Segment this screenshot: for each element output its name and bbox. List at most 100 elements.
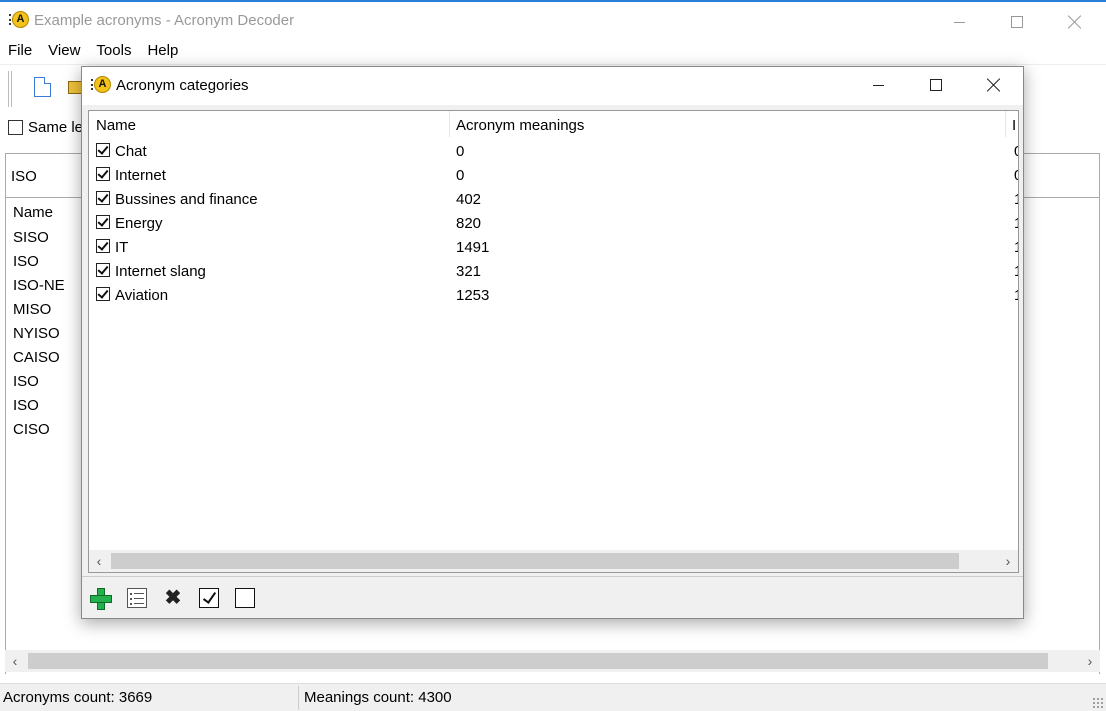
category-list[interactable]: Name Acronym meanings I Chat 0 0 Interne…: [88, 110, 1019, 573]
category-checkbox[interactable]: [96, 287, 110, 301]
minimize-icon: [953, 21, 965, 23]
maximize-icon: [930, 79, 942, 91]
category-name: Aviation: [115, 287, 169, 304]
category-meanings: 1491: [456, 239, 490, 256]
close-icon: [1068, 15, 1082, 29]
menu-view[interactable]: View: [40, 40, 88, 64]
menu-help[interactable]: Help: [139, 40, 186, 64]
category-name: Internet: [115, 167, 166, 184]
scroll-right-arrow-icon[interactable]: ›: [998, 550, 1018, 572]
minimize-button[interactable]: [930, 4, 988, 40]
category-row[interactable]: Bussines and finance 402 1: [89, 189, 1018, 213]
category-row[interactable]: Internet 0 0: [89, 165, 1018, 189]
resize-grip-icon[interactable]: [1092, 697, 1104, 709]
scroll-left-arrow-icon[interactable]: ‹: [89, 550, 109, 572]
column-header-extra[interactable]: I: [1012, 117, 1016, 134]
status-divider: [298, 686, 299, 710]
list-item[interactable]: ISO: [13, 373, 39, 390]
add-icon[interactable]: [90, 588, 112, 610]
menu-bar: File View Tools Help: [0, 40, 186, 64]
scroll-left-arrow-icon[interactable]: ‹: [5, 650, 25, 672]
same-length-label: Same le: [28, 119, 84, 136]
category-row[interactable]: Energy 820 1: [89, 213, 1018, 237]
category-checkbox[interactable]: [96, 239, 110, 253]
acronym-list-header[interactable]: Name: [13, 204, 53, 221]
close-icon: [987, 78, 1001, 92]
column-header-name[interactable]: Name: [96, 117, 136, 134]
category-extra: 1: [1014, 287, 1018, 304]
status-bar: Acronyms count: 3669 Meanings count: 430…: [0, 683, 1106, 711]
dialog-horizontal-scrollbar[interactable]: ‹ ›: [89, 550, 1018, 572]
category-extra: 0: [1014, 143, 1018, 160]
acronyms-count: Acronyms count: 3669: [3, 689, 153, 706]
search-value: ISO: [11, 168, 37, 185]
list-item[interactable]: CAISO: [13, 349, 60, 366]
category-row[interactable]: Internet slang 321 1: [89, 261, 1018, 285]
acronym-categories-dialog: A Acronym categories Name Acronym meanin…: [81, 66, 1024, 619]
list-item[interactable]: ISO: [13, 397, 39, 414]
scroll-right-arrow-icon[interactable]: ›: [1080, 650, 1100, 672]
check-all-icon[interactable]: [199, 588, 219, 608]
category-meanings: 1253: [456, 287, 490, 304]
dialog-close-button[interactable]: [965, 67, 1023, 103]
category-name: Chat: [115, 143, 147, 160]
category-name: Energy: [115, 215, 163, 232]
list-item[interactable]: MISO: [13, 301, 51, 318]
category-extra: 1: [1014, 239, 1018, 256]
dialog-titlebar[interactable]: A Acronym categories: [82, 67, 1023, 105]
scrollbar-thumb[interactable]: [111, 553, 959, 569]
maximize-button[interactable]: [988, 4, 1046, 40]
dialog-minimize-button[interactable]: [849, 67, 907, 103]
category-checkbox[interactable]: [96, 191, 110, 205]
category-row[interactable]: Chat 0 0: [89, 141, 1018, 165]
category-meanings: 402: [456, 191, 482, 208]
column-divider[interactable]: [449, 111, 450, 137]
category-row[interactable]: IT 1491 1: [89, 237, 1018, 261]
minimize-icon: [872, 84, 884, 86]
dialog-title: Acronym categories: [116, 77, 249, 94]
category-checkbox[interactable]: [96, 143, 110, 157]
category-checkbox[interactable]: [96, 167, 110, 181]
category-extra: 1: [1014, 191, 1018, 208]
menu-tools[interactable]: Tools: [88, 40, 139, 64]
toolbar-grip[interactable]: [8, 71, 12, 107]
category-checkbox[interactable]: [96, 263, 110, 277]
same-length-checkbox[interactable]: [8, 120, 23, 135]
column-divider[interactable]: [1005, 111, 1006, 137]
category-meanings: 321: [456, 263, 482, 280]
category-name: IT: [115, 239, 129, 256]
column-header-meanings[interactable]: Acronym meanings: [456, 117, 584, 134]
menu-file[interactable]: File: [0, 40, 40, 64]
dialog-maximize-button[interactable]: [907, 67, 965, 103]
category-meanings: 820: [456, 215, 482, 232]
category-extra: 0: [1014, 167, 1018, 184]
same-length-option[interactable]: Same le: [8, 119, 83, 136]
main-horizontal-scrollbar[interactable]: ‹ ›: [5, 650, 1100, 672]
list-item[interactable]: ISO: [13, 253, 39, 270]
category-name: Bussines and finance: [115, 191, 258, 208]
list-item[interactable]: ISO-NE: [13, 277, 65, 294]
category-row[interactable]: Aviation 1253 1: [89, 285, 1018, 309]
main-window-title: Example acronyms - Acronym Decoder: [34, 12, 295, 29]
main-titlebar[interactable]: A Example acronyms - Acronym Decoder: [0, 2, 1106, 40]
list-item[interactable]: SISO: [13, 229, 49, 246]
app-logo-icon: A: [91, 76, 111, 94]
category-meanings: 0: [456, 167, 465, 184]
category-extra: 1: [1014, 263, 1018, 280]
list-item[interactable]: CISO: [13, 421, 50, 438]
delete-icon[interactable]: ✖: [163, 588, 183, 608]
category-extra: 1: [1014, 215, 1018, 232]
close-button[interactable]: [1046, 4, 1104, 40]
category-name: Internet slang: [115, 263, 206, 280]
scrollbar-thumb[interactable]: [28, 653, 1048, 669]
category-meanings: 0: [456, 143, 465, 160]
app-logo-icon: A: [9, 11, 29, 29]
uncheck-all-icon[interactable]: [235, 588, 255, 608]
new-file-icon[interactable]: [34, 77, 51, 97]
meanings-count: Meanings count: 4300: [304, 689, 452, 706]
properties-icon[interactable]: [127, 588, 147, 608]
list-item[interactable]: NYISO: [13, 325, 60, 342]
dialog-toolbar: ✖: [82, 576, 1023, 618]
category-checkbox[interactable]: [96, 215, 110, 229]
maximize-icon: [1011, 16, 1023, 28]
